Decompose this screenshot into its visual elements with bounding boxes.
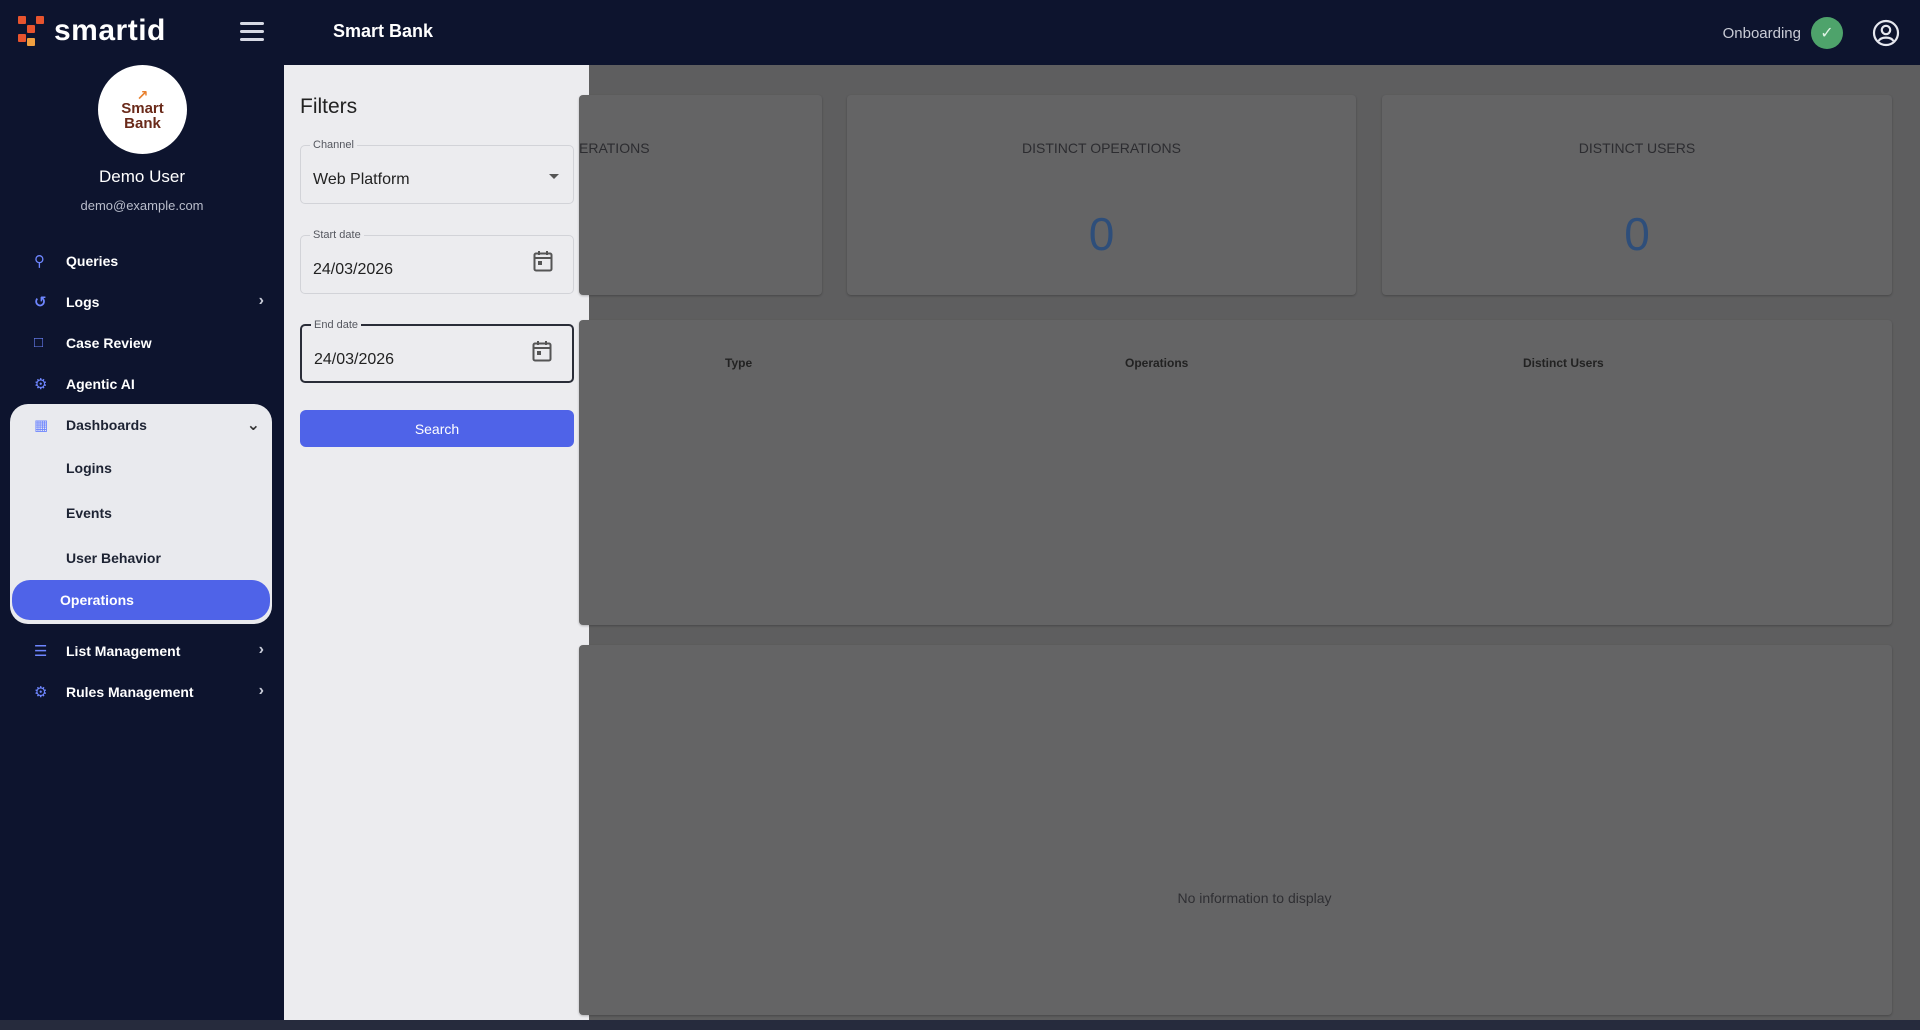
caret-down-icon — [549, 174, 559, 179]
check-icon: ✓ — [1811, 17, 1843, 49]
onboarding-status[interactable]: Onboarding ✓ — [1723, 17, 1843, 49]
distinct-operations-card: DISTINCT OPERATIONS 0 — [847, 95, 1356, 295]
sidebar-item-dashboards[interactable]: ▦ Dashboards ⌄ — [10, 404, 272, 445]
total-operations-card: ERATIONS — [579, 95, 822, 295]
search-icon: ⚲ — [34, 253, 45, 270]
empty-state-message: No information to display — [1177, 890, 1332, 906]
chevron-down-icon: ⌄ — [246, 417, 260, 434]
filters-title: Filters — [300, 95, 358, 118]
main-content-overlay: ERATIONS DISTINCT OPERATIONS 0 DISTINCT … — [579, 65, 1920, 1020]
top-bar: smartid Smart Bank Onboarding ✓ — [0, 0, 1920, 65]
start-date-field[interactable]: Start date 24/03/2026 — [300, 229, 574, 294]
start-date-label: Start date — [310, 229, 364, 241]
sidebar-item-label: Agentic AI — [66, 375, 135, 392]
start-date-value: 24/03/2026 — [313, 261, 394, 278]
dashboards-group: ▦ Dashboards ⌄ Logins Events User Behavi… — [10, 404, 272, 624]
sidebar-item-label: Dashboards — [66, 416, 147, 433]
profile-email: demo@example.com — [80, 198, 204, 213]
chevron-right-icon: › — [258, 641, 264, 658]
table-header-distinct-users[interactable]: Distinct Users — [1523, 356, 1604, 370]
table-header-type[interactable]: Type — [725, 356, 752, 370]
table-header-operations[interactable]: Operations — [1125, 356, 1188, 370]
sidebar-subitem-operations[interactable]: Operations — [12, 580, 270, 620]
bottom-strip — [0, 1020, 1920, 1030]
profile-name: Demo User — [99, 167, 185, 186]
sidebar-subitem-logins[interactable]: Logins — [10, 445, 272, 490]
logo-icon — [18, 16, 48, 46]
app-root: smartid Smart Bank Onboarding ✓ ↗ Smart … — [0, 0, 1920, 1030]
channel-select[interactable]: Channel Web Platform — [300, 139, 574, 204]
avatar-text-line1: Smart — [121, 99, 164, 117]
sidebar-item-agentic-ai[interactable]: ⚙ Agentic AI — [0, 363, 284, 404]
ai-chip-icon: ⚙ — [34, 376, 48, 393]
menu-toggle-icon[interactable] — [240, 22, 264, 42]
sidebar-subitem-events[interactable]: Events — [10, 490, 272, 535]
calendar-icon[interactable] — [532, 340, 552, 362]
channel-value: Web Platform — [313, 171, 410, 188]
sidebar-item-label: Rules Management — [66, 683, 194, 700]
sidebar-item-label: List Management — [66, 642, 181, 659]
end-date-label: End date — [311, 319, 362, 331]
avatar-text-line2: Bank — [124, 114, 161, 132]
history-icon: ↺ — [34, 294, 47, 311]
alert-box-icon: □ — [34, 334, 44, 351]
list-icon: ☰ — [34, 643, 48, 660]
chevron-right-icon: › — [258, 682, 264, 699]
sidebar-item-queries[interactable]: ⚲ Queries — [0, 240, 284, 281]
sidebar-item-label: Case Review — [66, 334, 152, 351]
card-title: DISTINCT USERS — [1578, 140, 1696, 156]
dashboard-grid-icon: ▦ — [34, 417, 49, 434]
operations-table: Type Operations Distinct Users — [579, 320, 1892, 625]
card-value: 0 — [1624, 208, 1650, 260]
sidebar-item-label: Queries — [66, 252, 119, 269]
search-button[interactable]: Search — [300, 410, 574, 447]
card-title: ERATIONS — [579, 140, 650, 156]
sidebar-nav: ⚲ Queries ↺ Logs › □ Case Review ⚙ Agent… — [0, 240, 284, 712]
sidebar-nav-lower: ☰ List Management › ⚙ Rules Management › — [0, 630, 284, 712]
sidebar-item-label: Logs — [66, 293, 100, 310]
chevron-right-icon: › — [258, 292, 264, 309]
end-date-value: 24/03/2026 — [314, 351, 395, 368]
end-date-field[interactable]: End date 24/03/2026 — [300, 319, 574, 383]
channel-label: Channel — [310, 139, 357, 151]
distinct-users-card: DISTINCT USERS 0 — [1382, 95, 1892, 295]
sidebar-subitem-user-behavior[interactable]: User Behavior — [10, 535, 272, 580]
sidebar-item-rules-management[interactable]: ⚙ Rules Management › — [0, 671, 284, 712]
sidebar: ↗ Smart Bank Demo User demo@example.com … — [0, 65, 284, 1020]
gear-icon: ⚙ — [34, 684, 48, 701]
user-account-icon[interactable] — [1872, 19, 1900, 47]
filters-panel: Filters Channel Web Platform Start date … — [284, 65, 589, 1020]
card-value: 0 — [1088, 208, 1115, 260]
chart-card — [579, 645, 1892, 1015]
sidebar-item-logs[interactable]: ↺ Logs › — [0, 281, 284, 322]
calendar-icon[interactable] — [533, 250, 553, 272]
logo[interactable]: smartid — [18, 14, 166, 48]
sidebar-item-list-management[interactable]: ☰ List Management › — [0, 630, 284, 671]
avatar[interactable]: ↗ Smart Bank — [98, 65, 187, 154]
sidebar-item-case-review[interactable]: □ Case Review — [0, 322, 284, 363]
chart-arrow-icon: ↗ — [136, 86, 149, 103]
onboarding-label: Onboarding — [1722, 24, 1801, 42]
app-title: Smart Bank — [333, 21, 434, 41]
logo-text: smartid — [54, 14, 166, 47]
card-title: DISTINCT OPERATIONS — [1022, 140, 1181, 156]
